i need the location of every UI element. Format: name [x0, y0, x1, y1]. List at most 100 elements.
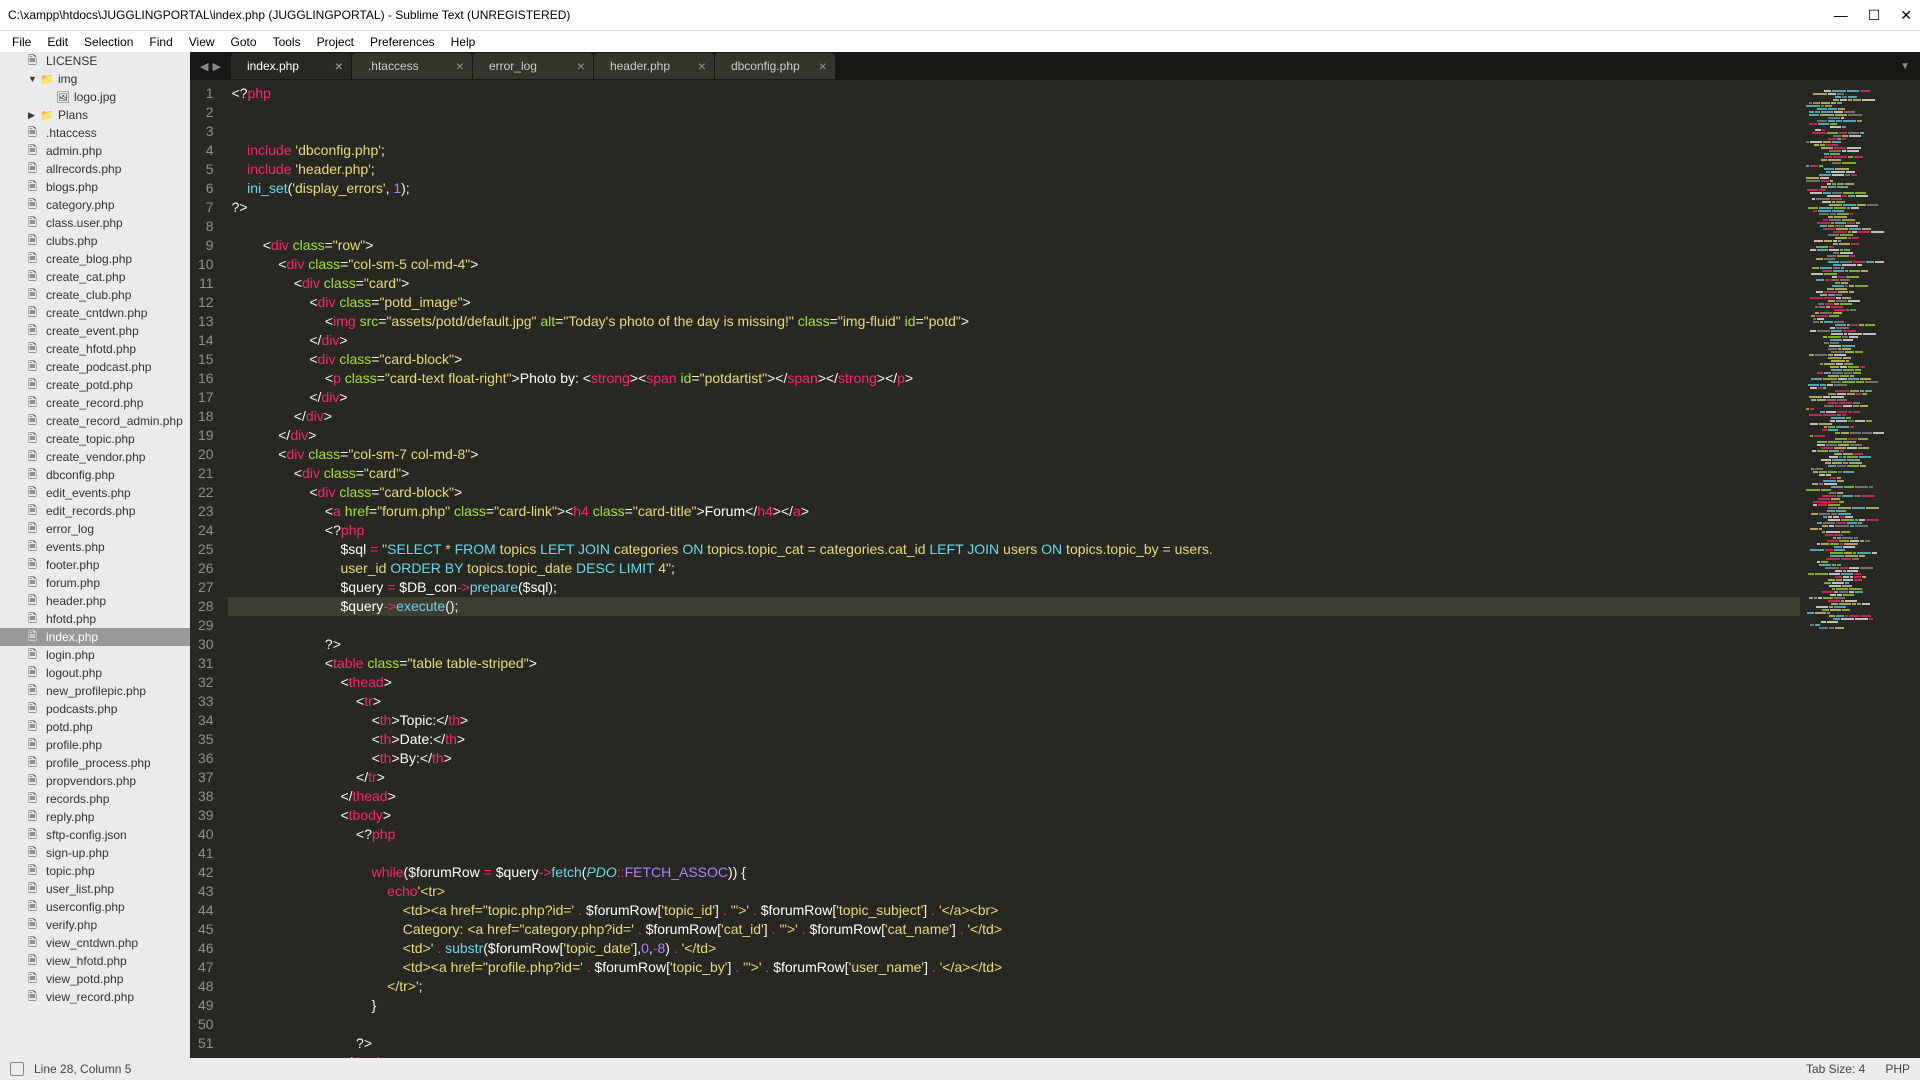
sidebar-item-allrecords-php[interactable]: 🗎allrecords.php — [0, 160, 190, 178]
menu-help[interactable]: Help — [443, 35, 484, 49]
sidebar-item-label: create_record.php — [46, 396, 143, 410]
tab-close-icon[interactable]: × — [456, 58, 464, 74]
sidebar-item--htaccess[interactable]: 🗎.htaccess — [0, 124, 190, 142]
sidebar-item-sftp-config-json[interactable]: 🗎sftp-config.json — [0, 826, 190, 844]
tab-close-icon[interactable]: × — [819, 58, 827, 74]
menu-tools[interactable]: Tools — [265, 35, 309, 49]
maximize-button[interactable]: ☐ — [1868, 7, 1881, 24]
sidebar-item-login-php[interactable]: 🗎login.php — [0, 646, 190, 664]
sidebar-item-LICENSE[interactable]: 🗎LICENSE — [0, 52, 190, 70]
code-area[interactable]: <?php include 'dbconfig.php'; include 'h… — [228, 80, 1800, 1058]
sidebar-item-verify-php[interactable]: 🗎verify.php — [0, 916, 190, 934]
sidebar-item-create_vendor-php[interactable]: 🗎create_vendor.php — [0, 448, 190, 466]
sidebar-item-class-user-php[interactable]: 🗎class.user.php — [0, 214, 190, 232]
menu-preferences[interactable]: Preferences — [362, 35, 443, 49]
tab--htaccess[interactable]: .htaccess× — [352, 53, 472, 79]
sidebar-item-events-php[interactable]: 🗎events.php — [0, 538, 190, 556]
menu-find[interactable]: Find — [141, 35, 180, 49]
sidebar-item-logo-jpg[interactable]: 🖼logo.jpg — [0, 88, 190, 106]
menu-project[interactable]: Project — [309, 35, 362, 49]
sidebar-item-edit_events-php[interactable]: 🗎edit_events.php — [0, 484, 190, 502]
menu-file[interactable]: File — [4, 35, 39, 49]
file-icon: 🗎 — [28, 754, 44, 773]
cursor-position[interactable]: Line 28, Column 5 — [34, 1062, 131, 1076]
sidebar-item-podcasts-php[interactable]: 🗎podcasts.php — [0, 700, 190, 718]
sidebar-item-Plans[interactable]: ▶📁Plans — [0, 106, 190, 124]
sidebar-item-create_blog-php[interactable]: 🗎create_blog.php — [0, 250, 190, 268]
sidebar-item-create_cat-php[interactable]: 🗎create_cat.php — [0, 268, 190, 286]
sidebar-item-hfotd-php[interactable]: 🗎hfotd.php — [0, 610, 190, 628]
sidebar-item-view_record-php[interactable]: 🗎view_record.php — [0, 988, 190, 1006]
sidebar-item-potd-php[interactable]: 🗎potd.php — [0, 718, 190, 736]
sidebar-item-header-php[interactable]: 🗎header.php — [0, 592, 190, 610]
file-icon: 🗎 — [28, 790, 44, 809]
sidebar-item-sign-up-php[interactable]: 🗎sign-up.php — [0, 844, 190, 862]
sidebar-item-logout-php[interactable]: 🗎logout.php — [0, 664, 190, 682]
menu-edit[interactable]: Edit — [39, 35, 76, 49]
file-icon: 🗎 — [28, 484, 44, 503]
menu-view[interactable]: View — [181, 35, 223, 49]
sidebar-item-forum-php[interactable]: 🗎forum.php — [0, 574, 190, 592]
sidebar-item-create_podcast-php[interactable]: 🗎create_podcast.php — [0, 358, 190, 376]
tab-close-icon[interactable]: × — [335, 58, 343, 74]
sidebar-item-category-php[interactable]: 🗎category.php — [0, 196, 190, 214]
sidebar-item-userconfig-php[interactable]: 🗎userconfig.php — [0, 898, 190, 916]
close-button[interactable]: ✕ — [1900, 7, 1912, 24]
sidebar-item-topic-php[interactable]: 🗎topic.php — [0, 862, 190, 880]
sidebar-item-profile_process-php[interactable]: 🗎profile_process.php — [0, 754, 190, 772]
sidebar-item-records-php[interactable]: 🗎records.php — [0, 790, 190, 808]
file-icon: 🗎 — [28, 232, 44, 251]
tab-nav-right-icon[interactable]: ▶ — [210, 60, 222, 73]
sidebar-item-create_club-php[interactable]: 🗎create_club.php — [0, 286, 190, 304]
minimize-button[interactable]: — — [1834, 7, 1848, 24]
tab-size[interactable]: Tab Size: 4 — [1806, 1062, 1865, 1076]
sidebar-item-reply-php[interactable]: 🗎reply.php — [0, 808, 190, 826]
sidebar-item-index-php[interactable]: 🗎index.php — [0, 628, 190, 646]
sidebar-item-admin-php[interactable]: 🗎admin.php — [0, 142, 190, 160]
tabs-dropdown-icon[interactable]: ▼ — [1890, 61, 1920, 72]
file-icon: 🗎 — [28, 412, 44, 431]
sidebar-item-new_profilepic-php[interactable]: 🗎new_profilepic.php — [0, 682, 190, 700]
sidebar-item-label: LICENSE — [46, 54, 97, 68]
syntax-mode[interactable]: PHP — [1885, 1062, 1910, 1076]
sidebar-item-edit_records-php[interactable]: 🗎edit_records.php — [0, 502, 190, 520]
tab-close-icon[interactable]: × — [577, 58, 585, 74]
sidebar-item-view_cntdwn-php[interactable]: 🗎view_cntdwn.php — [0, 934, 190, 952]
sidebar-item-create_hfotd-php[interactable]: 🗎create_hfotd.php — [0, 340, 190, 358]
file-icon: 🗎 — [28, 736, 44, 755]
sidebar-item-label: create_cntdwn.php — [46, 306, 147, 320]
sidebar-item-create_potd-php[interactable]: 🗎create_potd.php — [0, 376, 190, 394]
tab-close-icon[interactable]: × — [698, 58, 706, 74]
tab-dbconfig-php[interactable]: dbconfig.php× — [715, 53, 835, 79]
file-icon: 🗎 — [28, 52, 44, 71]
tab-error_log[interactable]: error_log× — [473, 53, 593, 79]
sidebar-item-create_record-php[interactable]: 🗎create_record.php — [0, 394, 190, 412]
sidebar-item-blogs-php[interactable]: 🗎blogs.php — [0, 178, 190, 196]
sidebar-item-label: create_event.php — [46, 324, 139, 338]
sidebar-item-clubs-php[interactable]: 🗎clubs.php — [0, 232, 190, 250]
sidebar-item-propvendors-php[interactable]: 🗎propvendors.php — [0, 772, 190, 790]
status-icon[interactable] — [10, 1062, 24, 1076]
sidebar-item-footer-php[interactable]: 🗎footer.php — [0, 556, 190, 574]
sidebar-item-profile-php[interactable]: 🗎profile.php — [0, 736, 190, 754]
sidebar-item-create_record_admin-php[interactable]: 🗎create_record_admin.php — [0, 412, 190, 430]
sidebar-item-dbconfig-php[interactable]: 🗎dbconfig.php — [0, 466, 190, 484]
tab-nav-left-icon[interactable]: ◀ — [198, 60, 210, 73]
sidebar-item-create_event-php[interactable]: 🗎create_event.php — [0, 322, 190, 340]
sidebar[interactable]: 🗎LICENSE▼📁img🖼logo.jpg▶📁Plans🗎.htaccess🗎… — [0, 52, 190, 1058]
file-icon: 🗎 — [28, 988, 44, 1007]
sidebar-item-label: propvendors.php — [46, 774, 136, 788]
sidebar-item-view_potd-php[interactable]: 🗎view_potd.php — [0, 970, 190, 988]
sidebar-item-create_cntdwn-php[interactable]: 🗎create_cntdwn.php — [0, 304, 190, 322]
sidebar-item-error_log[interactable]: 🗎error_log — [0, 520, 190, 538]
menu-selection[interactable]: Selection — [76, 35, 141, 49]
tab-index-php[interactable]: index.php× — [231, 53, 351, 79]
editor[interactable]: 1234567891011121314151617181920212223242… — [190, 80, 1920, 1058]
tab-header-php[interactable]: header.php× — [594, 53, 714, 79]
minimap[interactable] — [1800, 80, 1920, 1058]
sidebar-item-view_hfotd-php[interactable]: 🗎view_hfotd.php — [0, 952, 190, 970]
menu-goto[interactable]: Goto — [223, 35, 265, 49]
sidebar-item-create_topic-php[interactable]: 🗎create_topic.php — [0, 430, 190, 448]
sidebar-item-img[interactable]: ▼📁img — [0, 70, 190, 88]
sidebar-item-user_list-php[interactable]: 🗎user_list.php — [0, 880, 190, 898]
